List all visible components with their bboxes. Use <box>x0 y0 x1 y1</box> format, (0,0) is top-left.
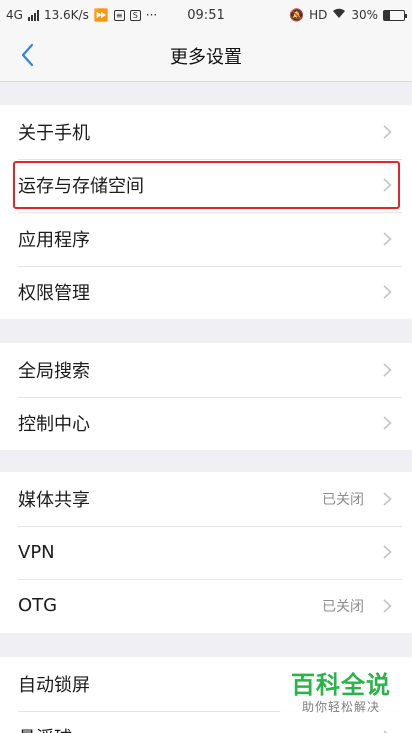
status-left: 4G 13.6K/s ⏩ ≡ S ··· <box>6 8 157 22</box>
setting-label: 应用程序 <box>18 229 90 251</box>
setting-global-search[interactable]: 全局搜索 <box>0 343 412 397</box>
network-speed: 13.6K/s <box>43 8 89 22</box>
setting-label: 运存与存储空间 <box>18 176 144 198</box>
setting-label: 关于手机 <box>18 122 90 144</box>
more-notifications-icon: ··· <box>145 8 158 22</box>
chevron-right-icon <box>383 285 392 299</box>
transfer-icon: ⏩ <box>93 8 109 22</box>
setting-about-phone[interactable]: 关于手机 <box>0 105 412 159</box>
setting-label: VPN <box>18 541 55 563</box>
setting-otg[interactable]: OTG 已关闭 <box>0 579 412 633</box>
mute-icon: 🔕 <box>289 8 305 22</box>
chevron-right-icon <box>383 178 392 192</box>
setting-label: OTG <box>18 595 58 617</box>
setting-status: 已关闭 <box>322 598 364 615</box>
chevron-right-icon <box>383 363 392 377</box>
setting-label: 自动锁屏 <box>18 674 90 696</box>
setting-label: 控制中心 <box>18 414 90 436</box>
chevron-right-icon <box>383 599 392 613</box>
setting-media-share[interactable]: 媒体共享 已关闭 <box>0 472 412 526</box>
settings-group-device: 关于手机 运存与存储空间 应用程序 权限管理 <box>0 105 412 319</box>
wifi-icon <box>332 8 346 22</box>
setting-label: 媒体共享 <box>18 489 90 511</box>
chevron-right-icon <box>383 416 392 430</box>
setting-status: 已关闭 <box>322 491 364 508</box>
settings-group-search: 全局搜索 控制中心 <box>0 343 412 450</box>
setting-control-center[interactable]: 控制中心 <box>0 396 412 451</box>
setting-label: 全局搜索 <box>18 360 90 382</box>
status-right: 🔕 HD 30% <box>289 8 407 22</box>
app-notification-icon: ≡ <box>113 9 125 21</box>
setting-vpn[interactable]: VPN <box>0 525 412 580</box>
chevron-right-icon <box>383 232 392 246</box>
settings-group-connect: 媒体共享 已关闭 VPN OTG 已关闭 <box>0 472 412 633</box>
watermark: 百科全说 助你轻松解决 <box>280 667 402 723</box>
setting-label: 权限管理 <box>18 283 90 305</box>
hd-label: HD <box>309 8 328 22</box>
s-notification-icon: S <box>129 9 141 21</box>
watermark-title: 百科全说 <box>291 671 391 699</box>
nav-bar: 更多设置 <box>0 30 412 82</box>
setting-applications[interactable]: 应用程序 <box>0 212 412 266</box>
setting-ram-storage[interactable]: 运存与存储空间 <box>0 158 412 213</box>
watermark-subtitle: 助你轻松解决 <box>301 700 380 714</box>
chevron-right-icon <box>383 492 392 506</box>
chevron-right-icon <box>383 125 392 139</box>
battery-icon <box>383 9 407 21</box>
page-title: 更多设置 <box>170 47 242 68</box>
status-time: 09:51 <box>187 7 225 23</box>
status-bar: 4G 13.6K/s ⏩ ≡ S ··· 09:51 🔕 HD 30% <box>0 0 412 30</box>
network-type: 4G <box>6 8 23 22</box>
setting-permissions[interactable]: 权限管理 <box>0 265 412 320</box>
battery-percent: 30% <box>351 8 378 22</box>
signal-icon <box>27 9 39 21</box>
setting-label: 悬浮球 <box>18 724 72 733</box>
chevron-right-icon <box>383 545 392 559</box>
